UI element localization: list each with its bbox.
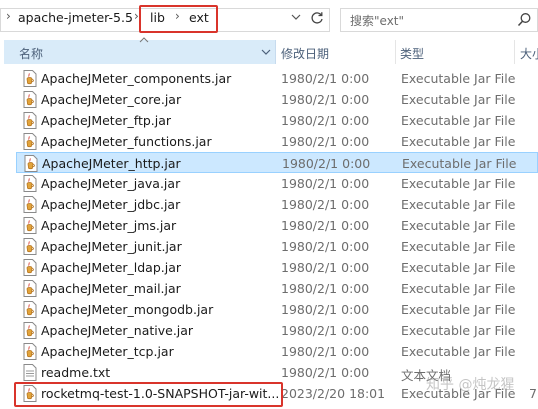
column-header-name-label: 名称 [19,47,44,61]
file-row[interactable]: ApacheJMeter_core.jar 1980/2/1 0:00 Execut… [16,89,538,110]
file-row[interactable]: ApacheJMeter_native.jar 1980/2/1 0:00 Exec… [16,320,538,341]
file-date: 1980/2/1 0:00 [281,176,370,191]
file-type: Executable Jar File [401,281,516,296]
file-type: Executable Jar File [401,260,516,275]
file-name: ApacheJMeter_components.jar [41,71,232,86]
file-name: ApacheJMeter_core.jar [41,92,182,107]
sort-ascending-icon [139,37,149,43]
file-name: ApacheJMeter_native.jar [41,323,194,338]
file-date: 1980/2/1 0:00 [281,134,370,149]
file-type: Executable Jar File [401,239,516,254]
column-divider[interactable] [395,40,396,64]
file-name: ApacheJMeter_ftp.jar [41,113,172,128]
jar-file-icon [23,301,37,318]
jar-file-icon [23,133,37,150]
file-type: Executable Jar File [401,71,516,86]
file-row[interactable]: ApacheJMeter_ldap.jar 1980/2/1 0:00 Execut… [16,257,538,278]
file-row[interactable]: ApacheJMeter_junit.jar 1980/2/1 0:00 Execu… [16,236,538,257]
file-row[interactable]: ApacheJMeter_java.jar 1980/2/1 0:00 Execut… [16,173,538,194]
file-row[interactable]: ApacheJMeter_tcp.jar 1980/2/1 0:00 Executa… [16,341,538,362]
file-date: 1980/2/1 0:00 [281,71,370,86]
column-header-name[interactable] [4,40,276,64]
file-date: 1980/2/1 0:00 [281,323,370,338]
file-row[interactable]: ApacheJMeter_ftp.jar 1980/2/1 0:00 Executa… [16,110,538,131]
chevron-down-icon[interactable] [290,12,302,22]
file-name: ApacheJMeter_mongodb.jar [41,302,214,317]
file-date: 1980/2/1 0:00 [281,92,370,107]
file-name: ApacheJMeter_tcp.jar [41,344,174,359]
file-date: 1980/2/1 0:00 [281,260,370,275]
column-header-size[interactable]: 大小 [520,45,538,62]
file-row[interactable]: ApacheJMeter_jdbc.jar 1980/2/1 0:00 Execut… [16,194,538,215]
chevron-right-icon: › [6,9,11,23]
file-type: Executable Jar File [401,323,516,338]
file-date: 1980/2/1 0:00 [281,239,370,254]
file-row[interactable]: ApacheJMeter_http.jar 1980/2/1 0:00 Execut… [16,152,538,173]
address-bar: › apache-jmeter-5.5 › lib › ext 搜索"ext" [0,0,538,40]
file-row[interactable]: ApacheJMeter_components.jar 1980/2/1 0:00… [16,68,538,89]
file-type: Executable Jar File [401,302,516,317]
file-date: 2023/2/20 18:01 [281,386,386,401]
search-placeholder: 搜索"ext" [350,14,405,28]
file-name: ApacheJMeter_http.jar [42,156,181,171]
file-name: ApacheJMeter_java.jar [41,176,181,191]
file-row[interactable]: ApacheJMeter_functions.jar 1980/2/1 0:00 E… [16,131,538,152]
file-name: readme.txt [41,365,111,380]
file-date: 1980/2/1 0:00 [281,281,370,296]
breadcrumb-apache-jmeter[interactable]: apache-jmeter-5.5 [18,10,133,25]
file-type: Executable Jar File [401,344,516,359]
file-date: 1980/2/1 0:00 [281,365,370,380]
file-row[interactable]: ApacheJMeter_mail.jar 1980/2/1 0:00 Execut… [16,278,538,299]
refresh-icon[interactable] [309,10,325,26]
jar-file-icon [24,155,38,172]
file-row[interactable]: ApacheJMeter_mongodb.jar 1980/2/1 0:00 Exe… [16,299,538,320]
chevron-down-icon[interactable] [261,49,271,55]
annotation-highlight-path [139,5,218,33]
jar-file-icon [23,343,37,360]
file-name: ApacheJMeter_jdbc.jar [41,197,181,212]
file-name: ApacheJMeter_functions.jar [41,134,212,149]
watermark: 知乎 @炖龙猩 [426,377,515,393]
file-date: 1980/2/1 0:00 [282,156,371,171]
file-type: Executable Jar File [401,134,516,149]
jar-file-icon [23,112,37,129]
file-name: ApacheJMeter_mail.jar [41,281,181,296]
file-type: Executable Jar File [401,113,516,128]
column-divider[interactable] [514,40,515,64]
column-header-type[interactable]: 类型 [400,45,424,62]
file-date: 1980/2/1 0:00 [281,197,370,212]
search-icon[interactable] [517,12,532,27]
jar-file-icon [23,280,37,297]
file-date: 1980/2/1 0:00 [281,344,370,359]
jar-file-icon [23,196,37,213]
file-type: Executable Jar File [401,218,516,233]
jar-file-icon [23,91,37,108]
jar-file-icon [23,217,37,234]
jar-file-icon [23,322,37,339]
file-type: Executable Jar File [401,176,516,191]
file-date: 1980/2/1 0:00 [281,113,370,128]
file-type: Executable Jar File [401,197,516,212]
file-name: ApacheJMeter_ldap.jar [41,260,182,275]
jar-file-icon [23,175,37,192]
file-type: Executable Jar File [401,92,516,107]
text-file-icon [23,364,37,381]
jar-file-icon [23,259,37,276]
file-row[interactable]: ApacheJMeter_jms.jar 1980/2/1 0:00 Executa… [16,215,538,236]
jar-file-icon [23,70,37,87]
file-date: 1980/2/1 0:00 [281,218,370,233]
file-type: Executable Jar File [402,156,517,171]
jar-file-icon [23,238,37,255]
column-header-date[interactable]: 修改日期 [281,45,329,62]
file-size: 7, [529,386,538,401]
annotation-highlight-file [14,382,283,407]
file-name: ApacheJMeter_jms.jar [41,218,177,233]
file-date: 1980/2/1 0:00 [281,302,370,317]
file-name: ApacheJMeter_junit.jar [41,239,182,254]
